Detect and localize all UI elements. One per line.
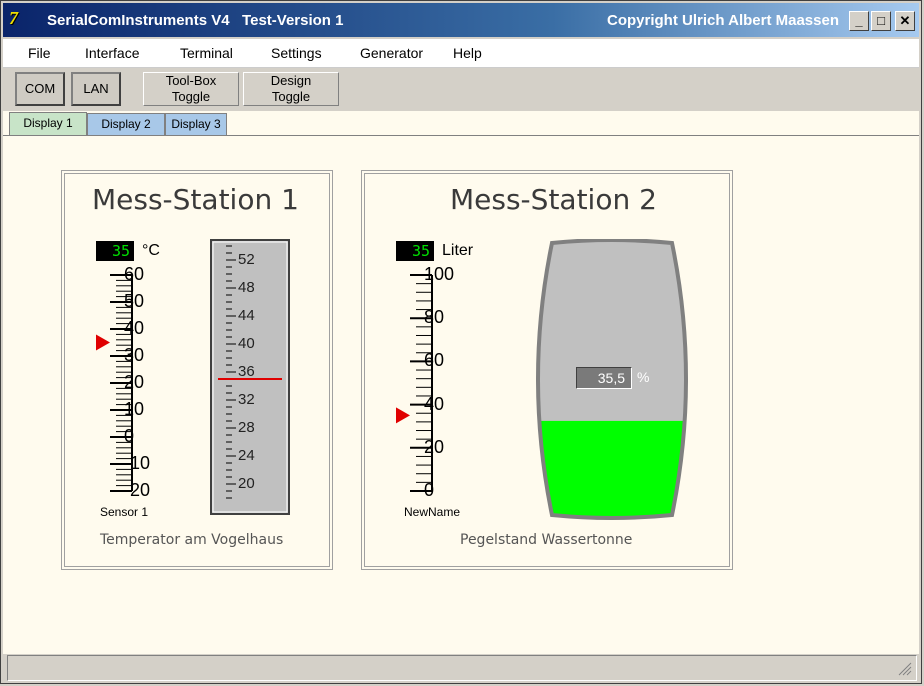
station-1-caption: Temperator am Vogelhaus	[100, 532, 284, 548]
maximize-icon: □	[877, 13, 885, 28]
tab-display-3-label: Display 3	[171, 117, 221, 131]
scale-label: 30	[124, 345, 145, 365]
lan-button[interactable]: LAN	[71, 72, 121, 106]
drum-label: 52	[238, 251, 255, 268]
drum-label: 48	[238, 279, 255, 296]
design-toggle-button[interactable]: Design Toggle	[243, 72, 339, 106]
com-button-label: COM	[24, 81, 56, 96]
tab-display-1-label: Display 1	[23, 116, 73, 130]
scale-label: 60	[124, 264, 145, 284]
scale-label: 0	[424, 480, 435, 500]
menu-generator[interactable]: Generator	[360, 45, 423, 61]
tab-display-1[interactable]: Display 1	[9, 112, 87, 135]
station-1-panel: Mess-Station 1 35 °C 60 50 40 30 20 10 0 -10 -20…	[61, 170, 333, 570]
station-2-tank-fill	[538, 420, 686, 518]
scale-label: 20	[424, 436, 445, 457]
toolbar: COM LAN Tool-Box Toggle Design Toggle	[3, 68, 919, 110]
menu-settings[interactable]: Settings	[271, 45, 322, 61]
menu-terminal[interactable]: Terminal	[180, 45, 233, 61]
minimize-button[interactable]: _	[849, 11, 869, 31]
toolbox-toggle-line1: Tool-Box	[165, 73, 217, 88]
design-toggle-line1: Design	[270, 73, 312, 88]
station-2-tank-percent-unit: %	[637, 369, 650, 385]
status-bar	[7, 655, 917, 681]
station-1-digital-display: 35	[96, 241, 134, 261]
close-icon: ✕	[899, 13, 911, 28]
scale-label: 80	[424, 307, 445, 328]
menu-file[interactable]: File	[28, 45, 51, 61]
title-bar[interactable]: 7 SerialComInstruments V4 Test-Version 1…	[3, 3, 919, 37]
station-2-title: Mess-Station 2	[450, 183, 657, 216]
drum-label: 24	[238, 447, 255, 464]
menu-interface[interactable]: Interface	[85, 45, 139, 61]
minimize-icon: _	[855, 13, 863, 28]
tab-row: Display 1 Display 2 Display 3	[3, 111, 919, 135]
drum-label: 40	[238, 335, 255, 352]
scale-label: 60	[424, 350, 445, 371]
station-1-sensor-name: Sensor 1	[100, 505, 149, 519]
app-window: 7 SerialComInstruments V4 Test-Version 1…	[0, 0, 922, 684]
lan-button-label: LAN	[83, 81, 109, 96]
station-1-title: Mess-Station 1	[92, 183, 299, 216]
window-title: SerialComInstruments V4 Test-Version 1	[47, 12, 344, 29]
station-2-sensor-name: NewName	[404, 505, 461, 519]
tab-display-2[interactable]: Display 2	[87, 113, 165, 135]
station-2-tank-percent-display: 35,5	[576, 367, 632, 389]
station-1-value-marker	[96, 334, 110, 351]
maximize-button[interactable]: □	[871, 11, 891, 31]
station-2-unit: Liter	[442, 242, 474, 259]
station-1-unit: °C	[142, 242, 160, 259]
drum-label: 32	[238, 391, 255, 408]
copyright-text: Copyright Ulrich Albert Maassen	[607, 12, 839, 29]
drum-label: 20	[238, 475, 255, 492]
scale-label: 40	[424, 393, 445, 414]
com-button[interactable]: COM	[15, 72, 65, 106]
toolbox-toggle-button[interactable]: Tool-Box Toggle	[143, 72, 239, 106]
scale-label: 100	[424, 264, 455, 284]
tab-display-3[interactable]: Display 3	[165, 113, 227, 135]
drum-label: 36	[238, 363, 255, 380]
toolbox-toggle-line2: Toggle	[171, 89, 211, 104]
tab-display-2-label: Display 2	[101, 117, 151, 131]
station-2-linear-scale	[396, 274, 433, 492]
scale-label: 20	[124, 372, 145, 392]
station-2-digital-display: 35	[396, 241, 434, 261]
scale-label: -20	[124, 480, 151, 500]
design-toggle-line2: Toggle	[271, 89, 311, 104]
resize-grip-icon[interactable]	[898, 662, 912, 676]
station-2-value-marker	[396, 407, 410, 424]
drum-label: 44	[238, 307, 255, 324]
station-2-panel: Mess-Station 2 35 Liter 100 80 60 40 20 0 New…	[361, 170, 733, 570]
station-2-caption: Pegelstand Wassertonne	[460, 532, 633, 548]
scale-label: 10	[124, 399, 145, 419]
display-panel: Mess-Station 1 35 °C 60 50 40 30 20 10 0 -10 -20…	[3, 135, 919, 654]
menu-bar: File Interface Terminal Settings Generat…	[3, 39, 919, 68]
menu-help[interactable]: Help	[453, 45, 482, 61]
scale-label: 0	[124, 426, 135, 446]
scale-label: 50	[124, 291, 145, 311]
scale-label: -10	[124, 453, 151, 473]
drum-label: 28	[238, 419, 255, 436]
app-icon: 7	[9, 8, 18, 28]
scale-label: 40	[124, 318, 145, 338]
close-button[interactable]: ✕	[895, 11, 915, 31]
